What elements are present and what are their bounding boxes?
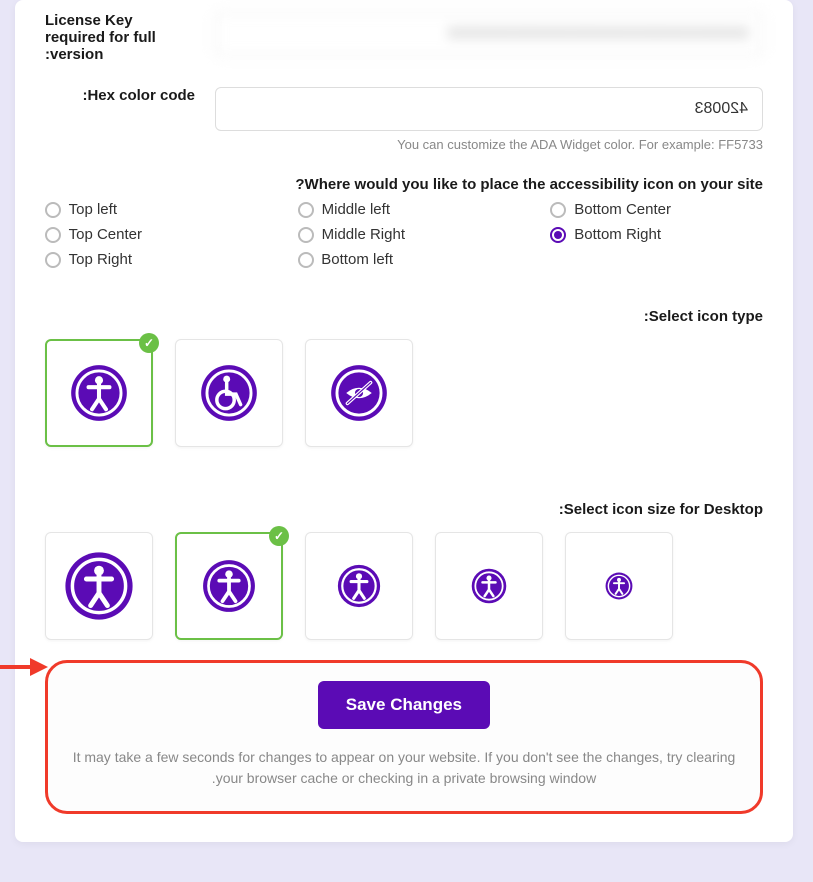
placement-label: Where would you like to place the access… [15, 164, 793, 201]
icon-size-label: Select icon size for Desktop: [15, 489, 793, 526]
placement-radio-middle-right[interactable]: Middle Right [298, 226, 511, 243]
placement-radio-bottom-right[interactable]: Bottom Right [550, 226, 763, 243]
radio-icon [550, 227, 566, 243]
settings-panel: License Key required for full version: H… [15, 0, 793, 842]
radio-icon [298, 227, 314, 243]
hex-helper: You can customize the ADA Widget color. … [215, 137, 763, 152]
icon-size-option-2[interactable] [305, 532, 413, 640]
icon-size-option-3[interactable] [435, 532, 543, 640]
placement-radio-top-right[interactable]: Top Right [45, 251, 258, 268]
radio-icon [45, 227, 61, 243]
radio-icon [298, 252, 314, 268]
placement-radio-bottom-left[interactable]: Bottom left [298, 251, 511, 268]
radio-icon [45, 252, 61, 268]
radio-label: Bottom Center [574, 201, 671, 218]
placement-radio-middle-left[interactable]: Middle left [298, 201, 511, 218]
save-section: Save Changes It may take a few seconds f… [45, 660, 763, 814]
hex-label: Hex color code: [45, 87, 195, 104]
radio-label: Top Right [69, 251, 132, 268]
license-row: License Key required for full version: [15, 0, 793, 75]
placement-radio-bottom-center[interactable]: Bottom Center [550, 201, 763, 218]
save-button[interactable]: Save Changes [318, 681, 490, 729]
hex-input[interactable] [215, 87, 763, 131]
icon-size-grid: ✓ [15, 526, 793, 660]
placement-grid: Top left Middle left Bottom Center Top Cent… [15, 201, 793, 278]
radio-label: Middle Right [322, 226, 405, 243]
hex-row: Hex color code: You can customize the AD… [15, 75, 793, 164]
icon-type-option-wheelchair[interactable] [175, 339, 283, 447]
radio-label: Bottom left [322, 251, 394, 268]
radio-icon [550, 202, 566, 218]
icon-type-label: Select icon type: [15, 296, 793, 333]
radio-label: Middle left [322, 201, 390, 218]
icon-type-option-accessibility-person[interactable]: ✓ [45, 339, 153, 447]
icon-size-option-1[interactable]: ✓ [175, 532, 283, 640]
radio-icon [298, 202, 314, 218]
license-label: License Key required for full version: [45, 12, 195, 63]
icon-size-option-4[interactable] [565, 532, 673, 640]
license-input[interactable] [215, 12, 763, 56]
annotation-arrow-icon [0, 656, 48, 678]
radio-icon [45, 202, 61, 218]
placement-radio-top-center[interactable]: Top Center [45, 226, 258, 243]
placement-radio-top-left[interactable]: Top left [45, 201, 258, 218]
save-note: It may take a few seconds for changes to… [68, 747, 740, 789]
radio-label: Bottom Right [574, 226, 661, 243]
icon-size-option-0[interactable] [45, 532, 153, 640]
radio-label: Top left [69, 201, 117, 218]
icon-type-grid: ✓ [15, 333, 793, 467]
radio-label: Top Center [69, 226, 142, 243]
check-icon: ✓ [139, 333, 159, 353]
check-icon: ✓ [269, 526, 289, 546]
icon-type-option-low-vision[interactable] [305, 339, 413, 447]
